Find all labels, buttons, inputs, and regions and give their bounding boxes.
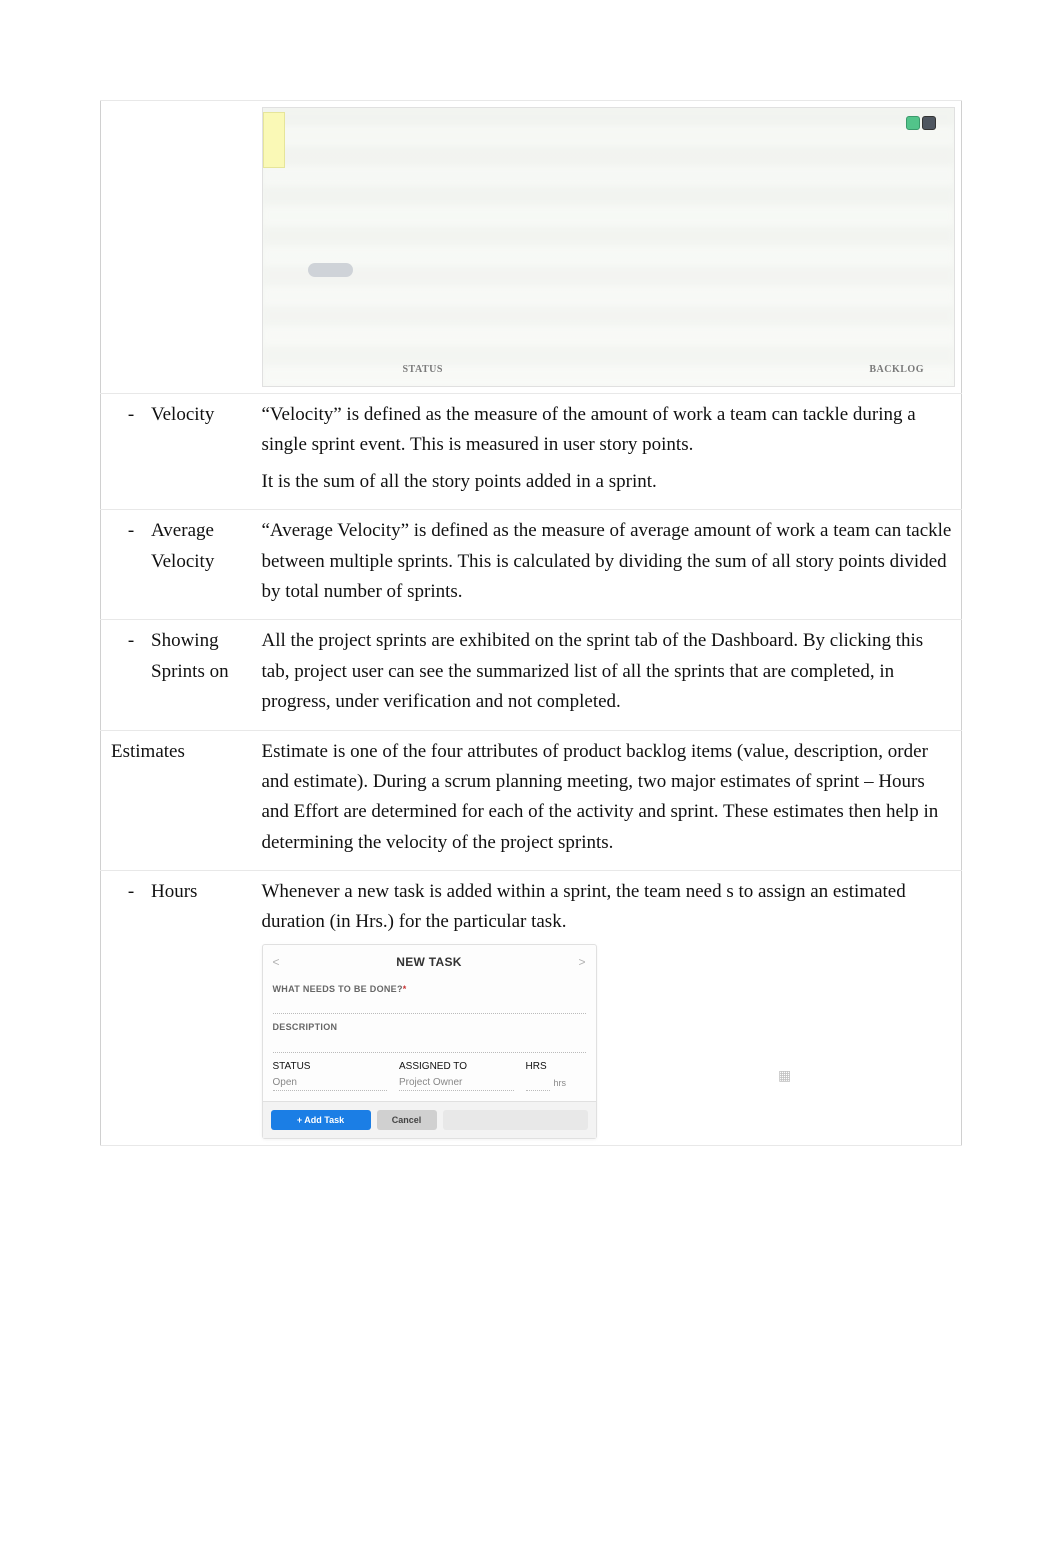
definition-paragraph: Whenever a new task is added within a sp… [262, 877, 956, 938]
status-select[interactable]: Open [273, 1075, 388, 1091]
hours-input[interactable] [526, 1075, 550, 1091]
definition-cell: “Velocity” is defined as the measure of … [256, 394, 962, 510]
assignee-select[interactable]: Project Owner [399, 1075, 514, 1091]
dashboard-screenshot-placeholder: STATUS BACKLOG [262, 107, 956, 387]
definition-paragraph: “Average Velocity” is defined as the mea… [262, 516, 956, 607]
table-row: -Velocity“Velocity” is defined as the me… [101, 394, 962, 510]
definition-paragraph: All the project sprints are exhibited on… [262, 626, 956, 717]
description-input[interactable] [273, 1037, 586, 1053]
hours-label: HRS [526, 1061, 547, 1072]
term-label: Average Velocity [151, 516, 246, 577]
chip-dark-icon [922, 116, 936, 130]
empty-label-cell [101, 101, 256, 394]
highlight-marker [263, 112, 285, 168]
term-label: Velocity [151, 400, 246, 430]
table-row: -Showing Sprints onAll the project sprin… [101, 620, 962, 730]
definition-cell: All the project sprints are exhibited on… [256, 620, 962, 730]
next-icon[interactable]: > [578, 953, 585, 972]
bullet-dash: - [111, 400, 151, 430]
bullet-dash: - [111, 877, 151, 907]
term-cell: -Average Velocity [101, 510, 256, 620]
hours-suffix: hrs [554, 1076, 567, 1090]
new-task-form-screenshot: < NEW TASK > WHAT NEEDS TO BE DONE?* DES… [262, 944, 597, 1139]
bullet-dash: - [111, 516, 151, 546]
definition-paragraph: “Velocity” is defined as the measure of … [262, 400, 956, 461]
table-row: -HoursWhenever a new task is added withi… [101, 871, 962, 1146]
status-chips [906, 116, 936, 130]
cancel-button[interactable]: Cancel [377, 1110, 437, 1130]
definition-cell: Estimate is one of the four attributes o… [256, 730, 962, 871]
page-footer-icon: ▦ [778, 1068, 794, 1084]
term-label: Showing Sprints on [151, 626, 246, 687]
prev-icon[interactable]: < [273, 953, 280, 972]
activity-input[interactable] [273, 998, 586, 1014]
col-header-right: BACKLOG [869, 362, 924, 378]
description-label: DESCRIPTION [273, 1020, 586, 1034]
definition-cell: “Average Velocity” is defined as the mea… [256, 510, 962, 620]
term-label: Hours [151, 877, 246, 907]
screenshot-cell: STATUS BACKLOG [256, 101, 962, 394]
form-title: NEW TASK [396, 955, 462, 969]
glossary-table: STATUS BACKLOG -Velocity“Velocity” is de… [100, 100, 962, 1146]
col-header-left: STATUS [403, 362, 443, 378]
term-cell: -Showing Sprints on [101, 620, 256, 730]
status-label: STATUS [273, 1061, 311, 1072]
definition-paragraph: Estimate is one of the four attributes o… [262, 737, 956, 859]
definition-paragraph: It is the sum of all the story points ad… [262, 467, 956, 497]
activity-label: WHAT NEEDS TO BE DONE?* [273, 982, 586, 996]
bullet-dash: - [111, 626, 151, 656]
button-spacer [443, 1110, 588, 1130]
tag-pill [308, 263, 353, 277]
table-row: -Average Velocity“Average Velocity” is d… [101, 510, 962, 620]
term-cell: -Hours [101, 871, 256, 1146]
add-task-button[interactable]: + Add Task [271, 1110, 371, 1130]
chip-green-icon [906, 116, 920, 130]
term-cell: -Velocity [101, 394, 256, 510]
definition-cell: Whenever a new task is added within a sp… [256, 871, 962, 1146]
term-cell: Estimates [101, 730, 256, 871]
assignee-label: ASSIGNED TO [399, 1061, 467, 1072]
table-row: Estimates Estimate is one of the four att… [101, 730, 962, 871]
term-label: Estimates [111, 741, 185, 762]
